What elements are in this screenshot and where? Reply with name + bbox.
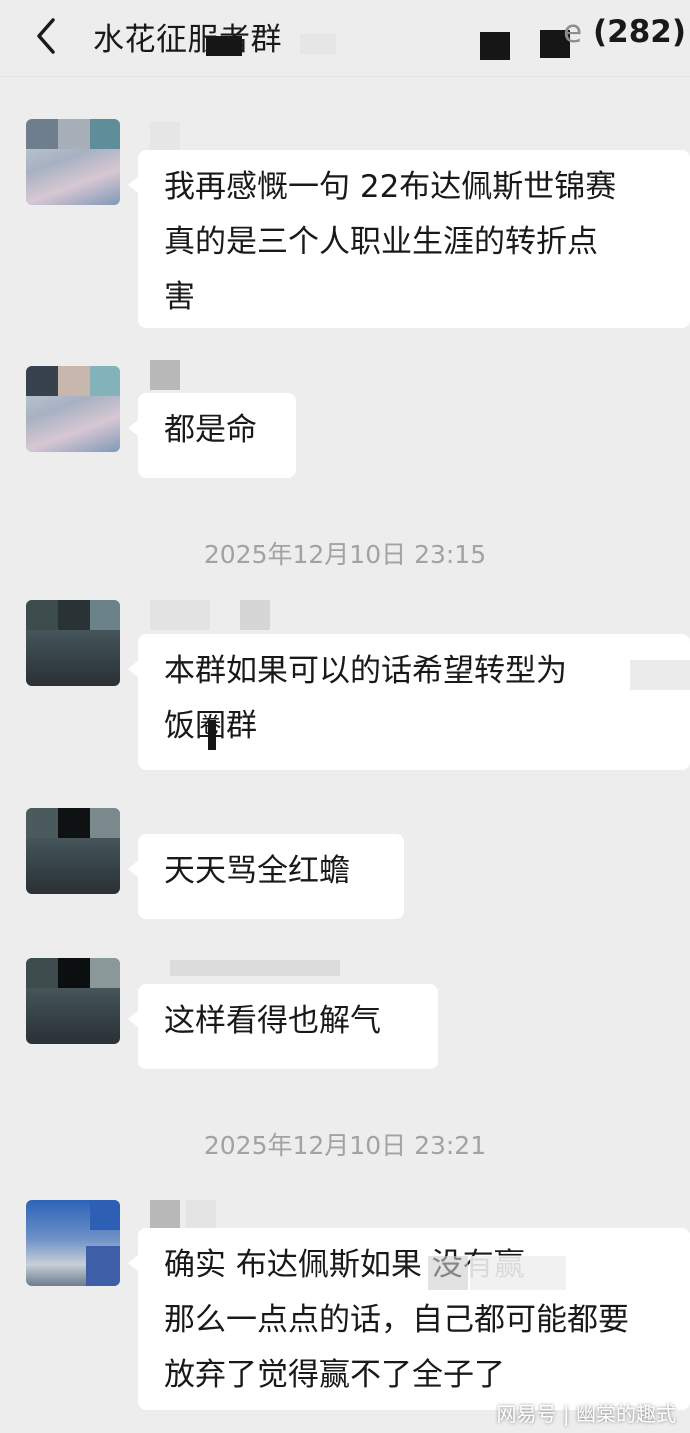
message-bubble[interactable]: 这样看得也解气 [128,984,438,1069]
avatar-pixelation [90,119,120,149]
member-count-value: (282) [592,14,686,50]
sender-name-blur [150,360,180,390]
title-suffix: e [563,14,583,50]
avatar[interactable] [26,600,120,686]
avatar-pixelation [90,808,120,838]
title-blur [300,34,336,54]
avatar[interactable] [26,366,120,452]
message-bubble[interactable]: 确实 布达佩斯如果 没有赢 那么一点点的话，自己都可能都要 放弃了觉得赢不了全子… [128,1228,690,1410]
avatar[interactable] [26,958,120,1044]
avatar[interactable] [26,808,120,894]
chat-header: 水花征服者群 e (282) [0,0,690,77]
message-blur [470,1256,566,1290]
watermark: 网易号 | 幽棠的趣式 [496,1402,676,1426]
avatar-pixelation [58,366,90,396]
avatar-pixelation [90,958,120,988]
message-bubble[interactable]: 本群如果可以的话希望转型为 饭圈群 [128,634,690,770]
avatar-pixelation [58,958,90,988]
avatar-pixelation [26,600,58,630]
message-blur [428,1256,468,1290]
avatar-pixelation [26,958,58,988]
sender-name-blur [150,122,180,152]
title-redaction [206,36,242,56]
message-bubble[interactable]: 都是命 [128,393,296,478]
sender-name-blur [186,1200,216,1230]
sender-name-blur [150,1200,180,1230]
chat-title: 水花征服者群 [93,22,282,58]
message-redaction [208,720,216,750]
sender-name-blur [170,960,340,976]
avatar[interactable] [26,1200,120,1286]
avatar-pixelation [26,119,58,149]
member-count: e (282) [563,14,686,50]
sender-name-blur [240,600,270,630]
avatar-pixelation [90,600,120,630]
sender-name-blur [150,600,210,630]
timestamp: 2025年12月10日 23:15 [203,540,487,569]
avatar-pixelation [90,366,120,396]
avatar-pixelation [58,119,90,149]
avatar-pixelation [90,1200,120,1230]
timestamp: 2025年12月10日 23:21 [203,1131,487,1160]
message-bubble[interactable]: 我再感慨一句 22布达佩斯世锦赛 真的是三个人职业生涯的转折点 害 [128,150,690,328]
avatar-pixelation [58,600,90,630]
chevron-left-icon [37,18,55,54]
message-bubble[interactable]: 天天骂全红蟾 [128,834,404,919]
avatar-pixelation [26,808,58,838]
avatar-pixelation [58,808,90,838]
avatar[interactable] [26,119,120,205]
avatar-pixelation [26,366,58,396]
title-redaction [480,32,510,60]
avatar-pixelation [86,1246,120,1286]
message-blur [630,660,690,690]
back-button[interactable] [22,10,72,62]
